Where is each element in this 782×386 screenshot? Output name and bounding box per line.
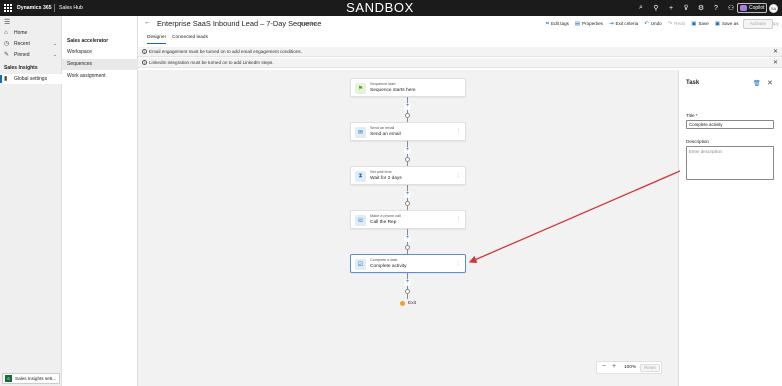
annotation-arrow — [468, 170, 681, 263]
